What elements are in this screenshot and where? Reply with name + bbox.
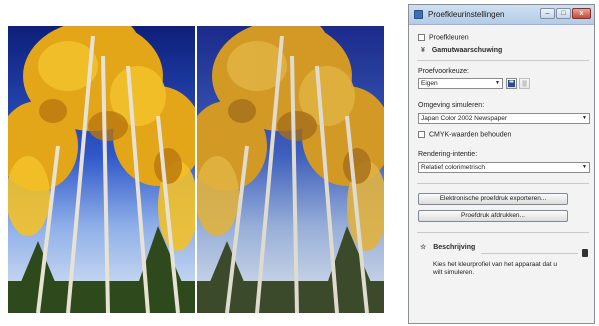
- title-bar[interactable]: Proefkleurinstellingen – □ x: [409, 5, 594, 25]
- app-icon: [414, 10, 423, 19]
- minimize-button[interactable]: –: [540, 8, 555, 19]
- preserve-cmyk-label: CMYK-waarden behouden: [428, 131, 512, 139]
- chevron-collapse-icon[interactable]: ¥: [421, 47, 425, 54]
- rendering-intent-select[interactable]: Relatief colorimetrisch ▼: [418, 162, 590, 173]
- chevron-expand-icon[interactable]: ☆: [420, 243, 426, 251]
- chevron-down-icon: ▼: [495, 80, 500, 86]
- original-photo: [8, 26, 195, 313]
- simulate-device-label: Omgeving simuleren:: [418, 102, 485, 109]
- description-line: Kies het kleurprofiel van het apparaat d…: [433, 261, 557, 268]
- gamut-warning-label: Gamutwaarschuwing: [431, 47, 503, 54]
- divider: [481, 253, 578, 254]
- proof-preset-select[interactable]: Eigen ▼: [418, 78, 503, 89]
- chevron-down-icon: ▼: [582, 115, 587, 121]
- simulate-device-value: Japan Color 2002 Newspaper: [421, 115, 507, 122]
- divider: [417, 232, 589, 233]
- proof-preview-photo: [197, 26, 384, 313]
- delete-preset-button[interactable]: [519, 78, 530, 89]
- proof-preset-label: Proefvoorkeuze:: [418, 68, 469, 75]
- divider: [417, 60, 589, 61]
- print-proof-button[interactable]: Proefdruk afdrukken...: [418, 210, 568, 222]
- save-icon: [508, 80, 515, 87]
- maximize-button[interactable]: □: [556, 8, 571, 19]
- trash-icon: [522, 80, 527, 87]
- proof-colors-label: Proefkleuren: [428, 34, 469, 42]
- divider: [417, 183, 589, 184]
- proof-colors-checkbox[interactable]: [418, 34, 425, 41]
- chevron-down-icon: ▼: [582, 164, 587, 170]
- save-preset-button[interactable]: [506, 78, 517, 89]
- proof-colors-row[interactable]: Proefkleuren: [418, 34, 589, 41]
- proof-preset-value: Eigen: [421, 80, 438, 87]
- preserve-cmyk-row[interactable]: CMYK-waarden behouden: [418, 131, 589, 138]
- simulate-device-select[interactable]: Japan Color 2002 Newspaper ▼: [418, 113, 590, 124]
- close-button[interactable]: x: [572, 8, 591, 19]
- export-proof-button[interactable]: Elektronische proefdruk exporteren...: [418, 193, 568, 205]
- gamut-warning-section[interactable]: ¥ Gamutwaarschuwing: [421, 47, 589, 54]
- pin-icon[interactable]: [582, 249, 588, 257]
- description-text: Kies het kleurprofiel van het apparaat d…: [433, 261, 589, 277]
- description-title: Beschrijving: [433, 244, 476, 251]
- preserve-cmyk-checkbox[interactable]: [418, 131, 425, 138]
- proof-settings-dialog: Proefkleurinstellingen – □ x Proefkleure…: [408, 4, 595, 324]
- rendering-intent-value: Relatief colorimetrisch: [421, 164, 485, 171]
- description-line: wilt simuleren.: [433, 269, 475, 276]
- description-section[interactable]: ☆ Beschrijving: [420, 243, 589, 251]
- rendering-intent-label: Rendering-intentie:: [418, 151, 478, 158]
- dialog-title: Proefkleurinstellingen: [428, 10, 505, 19]
